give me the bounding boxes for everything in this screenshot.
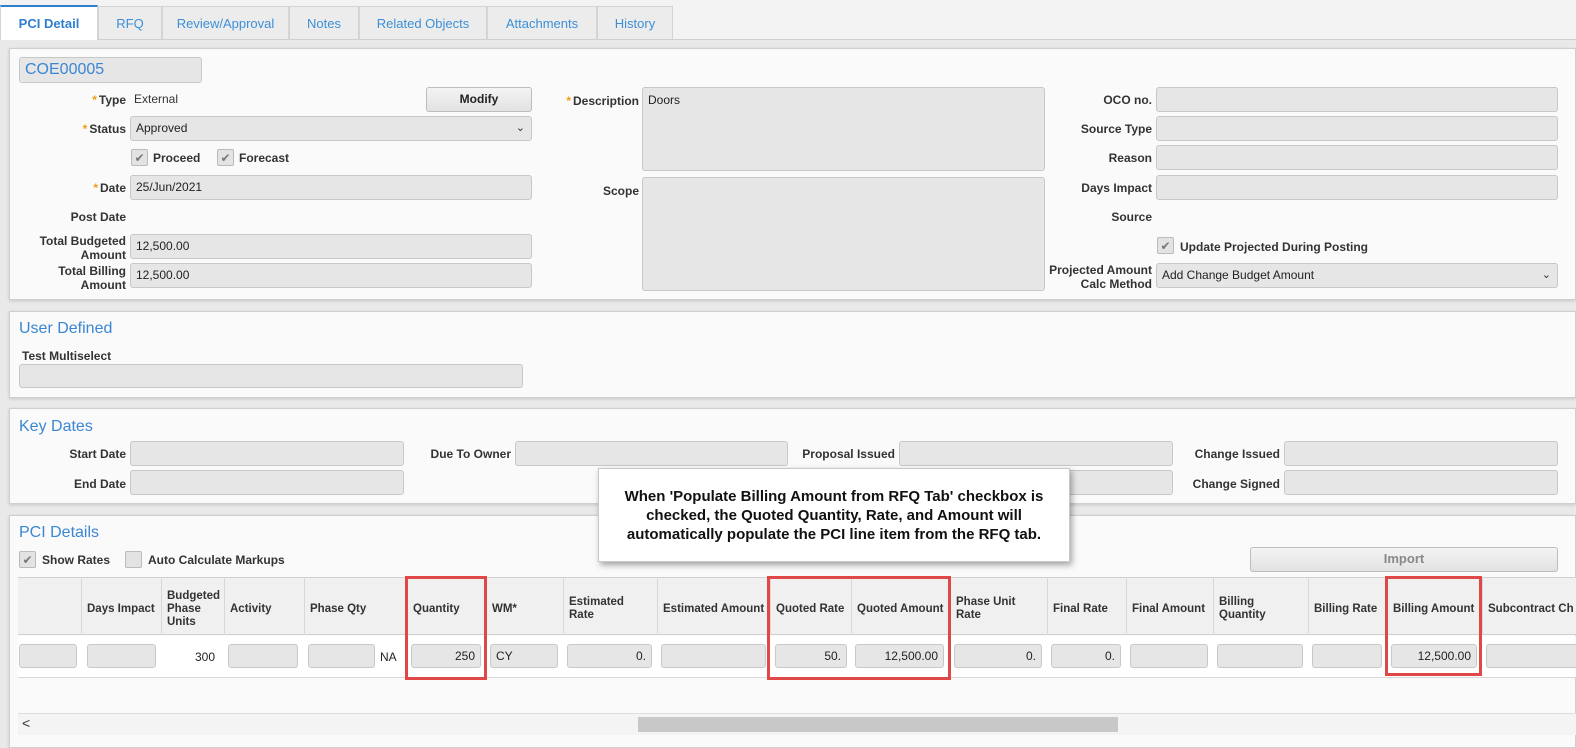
due-to-owner-label: Due To Owner: [430, 447, 511, 461]
status-select[interactable]: Approved ⌄: [130, 116, 532, 141]
pci-code-field: COE00005: [19, 57, 202, 83]
show-rates-checkbox[interactable]: ✔: [19, 551, 36, 568]
row-billing-rate-field[interactable]: [1312, 644, 1382, 668]
col-billing-rate[interactable]: Billing Rate: [1308, 577, 1387, 635]
row-budgeted-phase-units: 300: [194, 650, 215, 664]
row-final-rate-field[interactable]: 0.: [1051, 644, 1121, 668]
total-billing-label: Total Billing Amount: [58, 264, 126, 292]
show-rates-label: Show Rates: [42, 553, 111, 567]
tab-history[interactable]: History: [597, 6, 673, 39]
pci-details-title: PCI Details: [19, 524, 100, 541]
proposal-issued-label: Proposal Issued: [802, 447, 895, 461]
end-date-field[interactable]: [130, 470, 404, 495]
user-defined-title: User Defined: [19, 320, 113, 337]
change-issued-field[interactable]: [1284, 441, 1558, 466]
import-button[interactable]: Import: [1250, 547, 1558, 572]
col-wm[interactable]: WM*: [486, 577, 563, 635]
col-days-impact[interactable]: Days Impact: [81, 577, 161, 635]
end-date-label: End Date: [73, 477, 126, 491]
reason-field[interactable]: [1156, 145, 1558, 170]
description-field[interactable]: Doors: [642, 87, 1045, 171]
row-subcontract-field[interactable]: [1486, 644, 1576, 668]
row-estimated-rate-field[interactable]: 0.: [567, 644, 652, 668]
scroll-left-icon[interactable]: <: [22, 715, 30, 731]
total-budgeted-field: 12,500.00: [130, 234, 532, 259]
row-phase-qty-field[interactable]: [308, 644, 375, 668]
proceed-label: Proceed: [153, 151, 201, 165]
tab-related-objects[interactable]: Related Objects: [359, 6, 487, 39]
source-type-field[interactable]: [1156, 116, 1558, 141]
type-value: External: [134, 92, 179, 106]
col-final-amount[interactable]: Final Amount: [1126, 577, 1213, 635]
row-cell-first[interactable]: [19, 644, 77, 668]
chevron-down-icon: ⌄: [515, 122, 525, 134]
source-type-label: Source Type: [1080, 122, 1152, 136]
forecast-checkbox[interactable]: ✔: [217, 149, 234, 166]
scope-field[interactable]: [642, 177, 1045, 291]
col-activity[interactable]: Activity: [224, 577, 304, 635]
key-dates-title: Key Dates: [19, 418, 93, 435]
scope-label: Scope: [602, 184, 639, 198]
auto-calc-checkbox[interactable]: [125, 551, 142, 568]
forecast-label: Forecast: [239, 151, 290, 165]
oco-field[interactable]: [1156, 87, 1558, 112]
row-billing-quantity-field[interactable]: [1217, 644, 1303, 668]
source-label: Source: [1111, 210, 1152, 224]
quoted-highlight: [767, 576, 951, 680]
annotation-callout: When 'Populate Billing Amount from RFQ T…: [598, 468, 1070, 562]
tab-rfq[interactable]: RFQ: [98, 6, 162, 39]
projected-calc-label: Projected Amount Calc Method: [1049, 263, 1152, 291]
days-impact-label: Days Impact: [1081, 181, 1152, 195]
quantity-highlight: [405, 576, 487, 680]
col-budgeted-phase-units[interactable]: Budgeted Phase Units: [161, 577, 224, 635]
days-impact-field[interactable]: [1156, 175, 1558, 200]
status-label: * Status: [82, 122, 126, 136]
row-phase-qty-unit: NA: [380, 650, 397, 664]
proposal-issued-field[interactable]: [899, 441, 1173, 466]
test-multiselect-field[interactable]: [19, 364, 523, 388]
type-label: * Type: [92, 93, 126, 107]
row-final-amount-field[interactable]: [1130, 644, 1208, 668]
projected-calc-select[interactable]: Add Change Budget Amount ⌄: [1156, 263, 1558, 288]
tab-attachments[interactable]: Attachments: [487, 6, 597, 39]
total-budgeted-label: Total Budgeted Amount: [39, 234, 126, 262]
post-date-label: Post Date: [70, 210, 126, 224]
tab-pci-detail[interactable]: PCI Detail: [0, 5, 98, 40]
date-field[interactable]: 25/Jun/2021: [130, 175, 532, 200]
col-estimated-amount[interactable]: Estimated Amount: [657, 577, 770, 635]
total-billing-field: 12,500.00: [130, 263, 532, 288]
row-days-impact-field[interactable]: [87, 644, 156, 668]
change-signed-field[interactable]: [1284, 470, 1558, 495]
start-date-field[interactable]: [130, 441, 404, 466]
col-final-rate[interactable]: Final Rate: [1047, 577, 1126, 635]
reason-label: Reason: [1108, 151, 1152, 165]
description-label: * Description: [566, 94, 639, 108]
proceed-checkbox[interactable]: ✔: [131, 149, 148, 166]
update-projected-checkbox[interactable]: ✔: [1157, 237, 1174, 254]
start-date-label: Start Date: [69, 447, 126, 461]
billing-amount-highlight: [1385, 576, 1482, 676]
row-phase-unit-rate-field[interactable]: 0.: [954, 644, 1042, 668]
col-phase-unit-rate[interactable]: Phase Unit Rate: [950, 577, 1047, 635]
col-billing-quantity[interactable]: Billing Quantity: [1213, 577, 1308, 635]
tab-review-approval[interactable]: Review/Approval: [162, 6, 289, 39]
row-activity-field[interactable]: [228, 644, 298, 668]
date-label: * Date: [93, 181, 126, 195]
oco-label: OCO no.: [1103, 93, 1152, 107]
row-estimated-amount-field[interactable]: [661, 644, 766, 668]
change-issued-label: Change Issued: [1194, 447, 1280, 461]
col-estimated-rate[interactable]: Estimated Rate: [563, 577, 657, 635]
col-phase-qty[interactable]: Phase Qty: [304, 577, 407, 635]
modify-button[interactable]: Modify: [426, 87, 532, 112]
change-signed-label: Change Signed: [1192, 477, 1280, 491]
row-wm-field[interactable]: CY: [490, 644, 558, 668]
update-projected-label: Update Projected During Posting: [1180, 240, 1369, 254]
due-to-owner-field[interactable]: [515, 441, 788, 466]
tab-notes[interactable]: Notes: [289, 6, 359, 39]
col-subcontract-change[interactable]: Subcontract Ch: [1482, 577, 1576, 635]
chevron-down-icon: ⌄: [1541, 269, 1551, 281]
auto-calc-label: Auto Calculate Markups: [148, 553, 285, 567]
scrollbar-thumb[interactable]: [638, 717, 1118, 732]
test-multiselect-label: Test Multiselect: [22, 349, 112, 363]
